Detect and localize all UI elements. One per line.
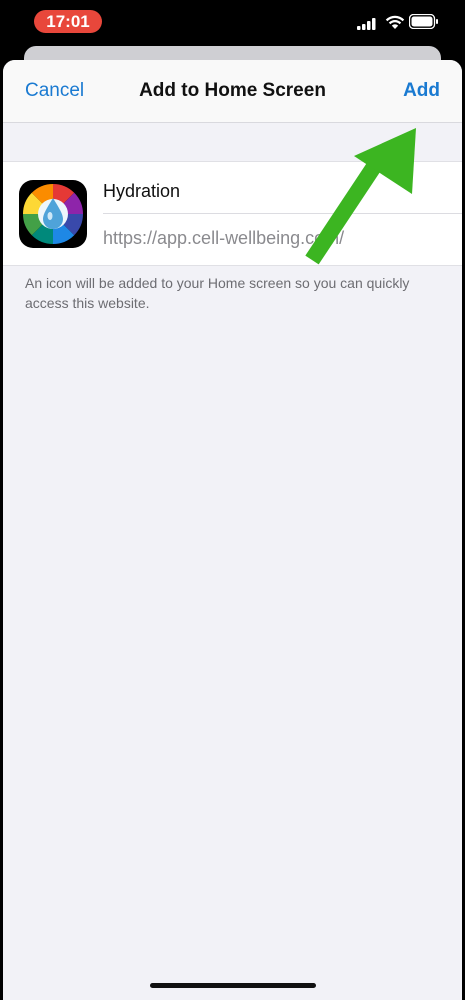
signal-icon bbox=[357, 17, 377, 35]
battery-icon bbox=[408, 13, 439, 34]
hint-text: An icon will be added to your Home scree… bbox=[25, 275, 410, 311]
status-time: 17:01 bbox=[34, 10, 102, 33]
arrow-up-right-icon bbox=[290, 110, 430, 275]
wifi-icon bbox=[385, 15, 405, 35]
add-button[interactable]: Add bbox=[403, 80, 440, 102]
app-icon bbox=[19, 180, 87, 248]
page-title: Add to Home Screen bbox=[139, 80, 326, 101]
home-indicator bbox=[150, 983, 316, 988]
status-bar: 17:01 bbox=[0, 0, 465, 44]
